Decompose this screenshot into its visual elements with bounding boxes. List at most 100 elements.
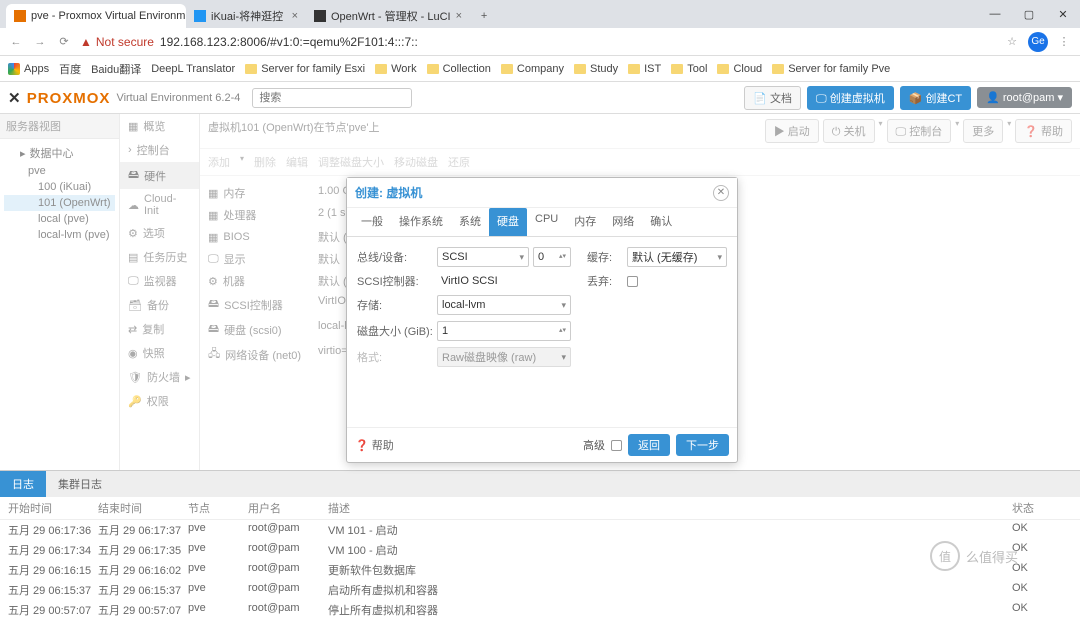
log-row[interactable]: 五月 29 00:57:07五月 29 00:57:07pveroot@pam停… [0, 600, 1080, 620]
menu-snapshot[interactable]: ◉ 快照 [120, 341, 199, 365]
user-menu-button[interactable]: 👤 root@pam ▾ [977, 87, 1072, 108]
tree-vm-selected[interactable]: 101 (OpenWrt) [4, 195, 115, 211]
close-icon[interactable]: × [292, 10, 298, 22]
browser-tab-strip: pve - Proxmox Virtual Environme× iKuai-将… [0, 0, 1080, 28]
move-button[interactable]: 移动磁盘 [394, 154, 438, 170]
tab-os[interactable]: 操作系统 [391, 208, 451, 236]
bookmark-item[interactable]: Baidu翻译 [91, 61, 141, 77]
create-vm-button[interactable]: 🖵 创建虚拟机 [807, 86, 894, 110]
menu-tasks[interactable]: ▤ 任务历史 [120, 245, 199, 269]
tab-general[interactable]: 一般 [353, 208, 391, 236]
bookmark-star-icon[interactable]: ☆ [1004, 35, 1020, 48]
menu-monitor[interactable]: 🖵 监视器 [120, 269, 199, 293]
folder-icon [772, 64, 784, 74]
advanced-checkbox[interactable] [611, 440, 622, 451]
next-button[interactable]: 下一步 [676, 434, 729, 456]
log-row[interactable]: 五月 29 06:15:37五月 29 06:15:37pveroot@pam启… [0, 580, 1080, 600]
tree-node[interactable]: pve [4, 163, 115, 179]
shutdown-button[interactable]: ⏻ 关机 [823, 119, 875, 143]
tree-storage[interactable]: local (pve) [4, 211, 115, 227]
bookmark-folder[interactable]: Company [501, 63, 564, 75]
start-button[interactable]: ▶ 启动 [765, 119, 819, 143]
console-button[interactable]: 🖵 控制台 [887, 119, 952, 143]
bus-select[interactable]: SCSI [437, 247, 529, 267]
storage-label: 存储: [357, 297, 437, 313]
menu-permissions[interactable]: 🔑 权限 [120, 389, 199, 413]
menu-console[interactable]: › 控制台 [120, 138, 199, 162]
back-icon[interactable]: ← [8, 36, 24, 48]
tab-confirm[interactable]: 确认 [642, 208, 680, 236]
browser-tab-2[interactable]: OpenWrt - 管理权 - LuCI× [306, 4, 470, 28]
create-ct-button[interactable]: 📦 创建CT [900, 86, 971, 110]
more-button[interactable]: 更多 [963, 119, 1003, 143]
bookmark-folder[interactable]: Server for family Pve [772, 63, 890, 75]
menu-options[interactable]: ⚙ 选项 [120, 221, 199, 245]
bookmark-item[interactable]: DeepL Translator [151, 63, 235, 75]
bookmark-folder[interactable]: Tool [671, 63, 707, 75]
apps-shortcut[interactable]: Apps [8, 63, 49, 75]
tab-system[interactable]: 系统 [451, 208, 489, 236]
dialog-help-button[interactable]: ❓ 帮助 [355, 437, 394, 453]
log-row[interactable]: 五月 29 06:16:15五月 29 06:16:02pveroot@pam更… [0, 560, 1080, 580]
size-stepper[interactable]: 1 [437, 321, 571, 341]
bookmark-folder[interactable]: Cloud [717, 63, 762, 75]
add-button[interactable]: 添加 [208, 154, 230, 170]
hw-toolbar: 添加▾ 删除 编辑 调整磁盘大小 移动磁盘 还原 [200, 149, 1080, 176]
remove-button[interactable]: 删除 [254, 154, 276, 170]
menu-summary[interactable]: ▦ 概览 [120, 114, 199, 138]
log-row[interactable]: 五月 29 06:17:34五月 29 06:17:35pveroot@pamV… [0, 540, 1080, 560]
close-window-icon[interactable]: ✕ [1046, 0, 1080, 28]
bookmark-folder[interactable]: Study [574, 63, 618, 75]
docs-button[interactable]: 📄 文档 [744, 86, 801, 110]
tab-memory[interactable]: 内存 [566, 208, 604, 236]
new-tab-button[interactable]: + [474, 6, 494, 26]
search-input[interactable] [252, 88, 412, 108]
bookmark-folder[interactable]: Work [375, 63, 416, 75]
tab-network[interactable]: 网络 [604, 208, 642, 236]
storage-select[interactable]: local-lvm [437, 295, 571, 315]
discard-checkbox[interactable] [627, 276, 638, 287]
breadcrumb: 虚拟机101 (OpenWrt)在节点'pve'上 [208, 119, 379, 143]
format-label: 格式: [357, 349, 437, 365]
url-field[interactable]: ▲ Not secure192.168.123.2:8006/#v1:0:=qe… [80, 35, 996, 49]
bookmark-folder[interactable]: Server for family Esxi [245, 63, 365, 75]
favicon-icon [194, 10, 206, 22]
maximize-icon[interactable]: ▢ [1012, 0, 1046, 28]
browser-tab-0[interactable]: pve - Proxmox Virtual Environme× [6, 4, 186, 28]
menu-firewall[interactable]: 🛡 防火墙 ▸ [120, 365, 199, 389]
menu-icon[interactable]: ⋮ [1056, 35, 1072, 48]
menu-hardware[interactable]: 🖴 硬件 [120, 162, 199, 189]
pve-header: ✕ PROXMOX Virtual Environment 6.2-4 📄 文档… [0, 82, 1080, 114]
profile-avatar[interactable]: Ge [1028, 32, 1048, 52]
menu-replication[interactable]: ⇄ 复制 [120, 317, 199, 341]
forward-icon[interactable]: → [32, 36, 48, 48]
log-row[interactable]: 五月 29 06:17:36五月 29 06:17:37pveroot@pamV… [0, 520, 1080, 540]
watermark: 值 么值得买 [924, 538, 1074, 574]
tree-vm[interactable]: 100 (iKuai) [4, 179, 115, 195]
tree-datacenter[interactable]: ▸ 数据中心 [4, 143, 115, 163]
close-icon[interactable]: × [456, 10, 462, 22]
revert-button[interactable]: 还原 [448, 154, 470, 170]
dialog-close-icon[interactable]: ✕ [713, 185, 729, 201]
menu-backup[interactable]: 🗃 备份 [120, 293, 199, 317]
tab-disk[interactable]: 硬盘 [489, 208, 527, 236]
bookmark-folder[interactable]: IST [628, 63, 661, 75]
help-button[interactable]: ❓ 帮助 [1015, 119, 1072, 143]
log-tab-cluster[interactable]: 集群日志 [46, 471, 114, 497]
minimize-icon[interactable]: — [978, 0, 1012, 28]
apps-icon [8, 63, 20, 75]
resize-button[interactable]: 调整磁盘大小 [318, 154, 384, 170]
edit-button[interactable]: 编辑 [286, 154, 308, 170]
scsi-label: SCSI控制器: [357, 273, 437, 289]
reload-icon[interactable]: ⟳ [56, 35, 72, 48]
back-button[interactable]: 返回 [628, 434, 670, 456]
log-tab-tasks[interactable]: 日志 [0, 471, 46, 497]
cache-select[interactable]: 默认 (无缓存) [627, 247, 727, 267]
bookmark-item[interactable]: 百度 [59, 61, 81, 77]
bus-index-stepper[interactable]: 0 [533, 247, 571, 267]
bookmark-folder[interactable]: Collection [427, 63, 491, 75]
browser-tab-1[interactable]: iKuai-将神逛控× [186, 4, 306, 28]
tab-cpu[interactable]: CPU [527, 208, 566, 236]
tree-storage[interactable]: local-lvm (pve) [4, 227, 115, 243]
menu-cloudinit[interactable]: ☁ Cloud-Init [120, 189, 199, 221]
